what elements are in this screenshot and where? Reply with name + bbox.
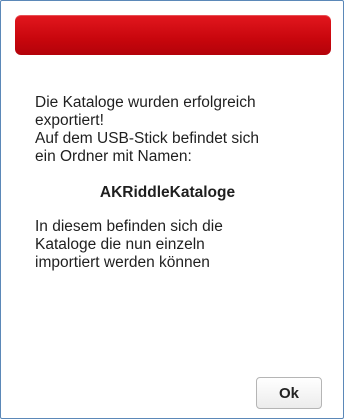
folder-name: AKRiddleKataloge — [99, 184, 236, 201]
ok-button[interactable]: Ok — [256, 377, 322, 409]
message-line: ein Ordner mit Namen: — [35, 148, 192, 165]
message-line: Kataloge die nun einzeln — [35, 236, 205, 253]
message-line: Die Kataloge wurden erfolgreich — [35, 94, 256, 111]
dialog-message: Die Kataloge wurden erfolgreich exportie… — [35, 94, 335, 272]
message-line: importiert werden können — [35, 254, 210, 271]
message-line: In diesem befinden sich die — [35, 218, 223, 235]
message-line: Auf dem USB-Stick befindet sich — [35, 130, 259, 147]
dialog-title-bar — [15, 15, 331, 55]
message-line: exportiert! — [35, 112, 104, 129]
export-success-dialog: Die Kataloge wurden erfolgreich exportie… — [0, 0, 344, 419]
